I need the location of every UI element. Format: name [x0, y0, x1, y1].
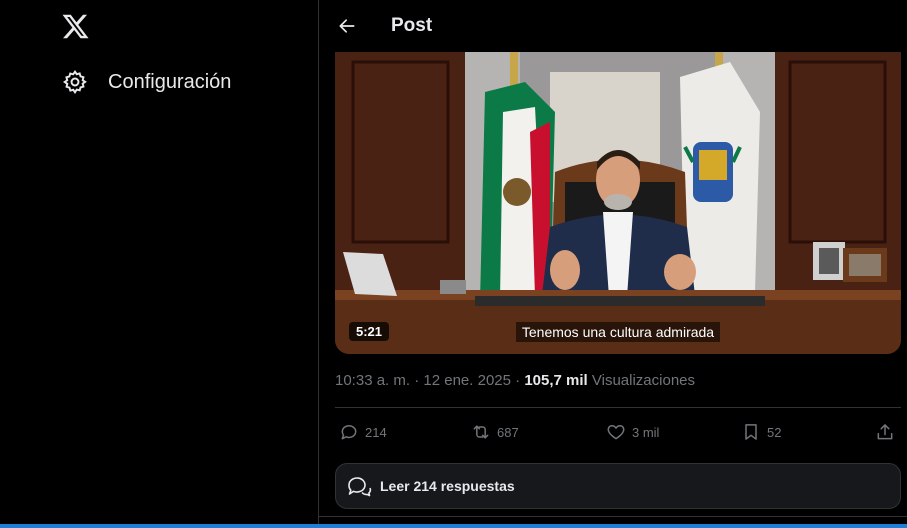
x-logo-icon[interactable] [61, 12, 90, 41]
like-count: 3 mil [632, 424, 660, 440]
like-button[interactable]: 3 mil [606, 420, 659, 444]
sidebar: Configuración [0, 0, 318, 528]
bookmark-icon [745, 424, 757, 440]
sidebar-item-settings[interactable]: Configuración [62, 66, 231, 98]
share-button[interactable] [875, 420, 901, 444]
video-player[interactable]: 5:21 Tenemos una cultura admirada [335, 52, 901, 354]
meta-separator: · [410, 372, 424, 389]
back-button[interactable] [333, 12, 361, 40]
arrow-left-icon [339, 19, 355, 33]
repost-button[interactable]: 687 [471, 420, 519, 444]
video-frame [335, 52, 901, 354]
divider [335, 407, 901, 408]
views-count: 105,7 mil [524, 372, 588, 389]
read-replies-button[interactable]: Leer 214 respuestas [335, 463, 901, 509]
action-bar: 214 687 3 mil 52 [335, 420, 901, 444]
taskbar-edge [0, 524, 907, 528]
top-bar: Post [319, 0, 907, 52]
bookmark-button[interactable]: 52 [741, 420, 781, 444]
repost-count: 687 [497, 424, 519, 440]
post-time[interactable]: 10:33 a. m. [335, 372, 410, 389]
video-caption: Tenemos una cultura admirada [335, 322, 901, 342]
divider [318, 516, 907, 517]
video-caption-text: Tenemos una cultura admirada [515, 322, 721, 342]
page-title: Post [391, 15, 433, 36]
repost-icon [473, 425, 489, 439]
main-column: Post 5:21 Tenemos una cultura admirada 1… [318, 0, 907, 528]
sidebar-item-label: Configuración [108, 70, 232, 93]
share-icon [877, 424, 893, 440]
read-replies-label: Leer 214 respuestas [380, 478, 515, 494]
reply-count: 214 [365, 424, 387, 440]
views-label: Visualizaciones [591, 372, 696, 389]
heart-icon [607, 425, 625, 440]
conversation-icon [348, 477, 372, 497]
post-meta: 10:33 a. m. · 12 ene. 2025 · 105,7 mil V… [335, 372, 695, 389]
app-root: Configuración Post 5:21 Tenemos una cult… [0, 0, 907, 528]
bookmark-count: 52 [767, 424, 782, 440]
gear-icon [63, 70, 87, 95]
meta-separator: · [510, 372, 525, 389]
post-date[interactable]: 12 ene. 2025 [423, 372, 511, 389]
reply-button[interactable]: 214 [339, 420, 387, 444]
reply-icon [341, 425, 357, 440]
